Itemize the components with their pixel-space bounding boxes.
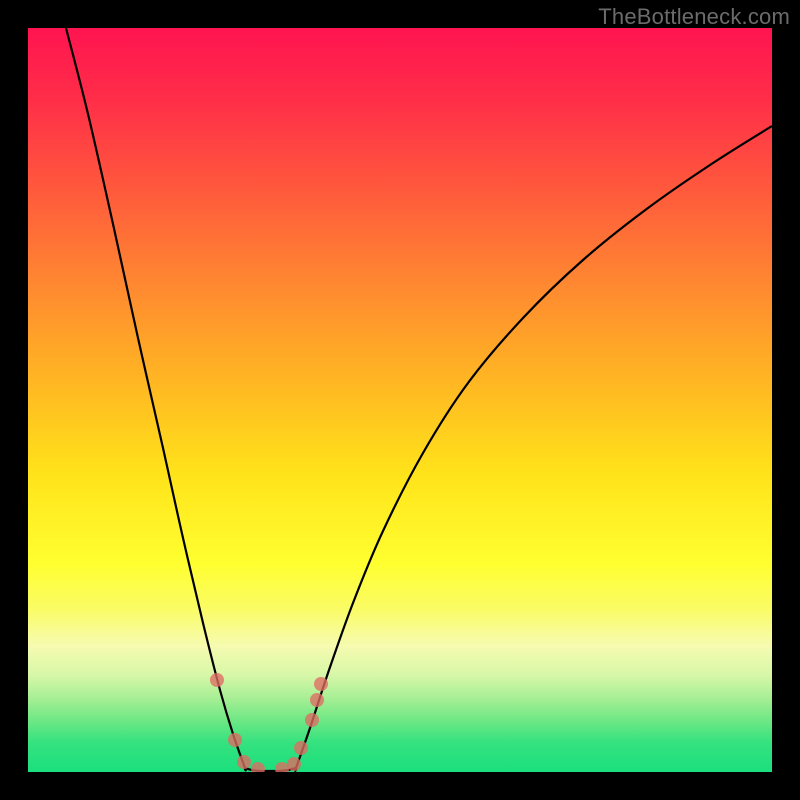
curve-markers (210, 673, 328, 772)
curve-marker (314, 677, 328, 691)
curve-marker (294, 741, 308, 755)
curve-marker (237, 755, 251, 769)
curve-marker (310, 693, 324, 707)
curve-marker (275, 762, 289, 772)
curve-marker (251, 762, 265, 772)
curve-marker (228, 733, 242, 747)
chart-plot-area (28, 28, 772, 772)
curve-svg (28, 28, 772, 772)
curve-marker (210, 673, 224, 687)
curve-marker (287, 757, 301, 771)
bottleneck-curve (66, 28, 772, 771)
curve-marker (305, 713, 319, 727)
watermark-text: TheBottleneck.com (598, 4, 790, 30)
